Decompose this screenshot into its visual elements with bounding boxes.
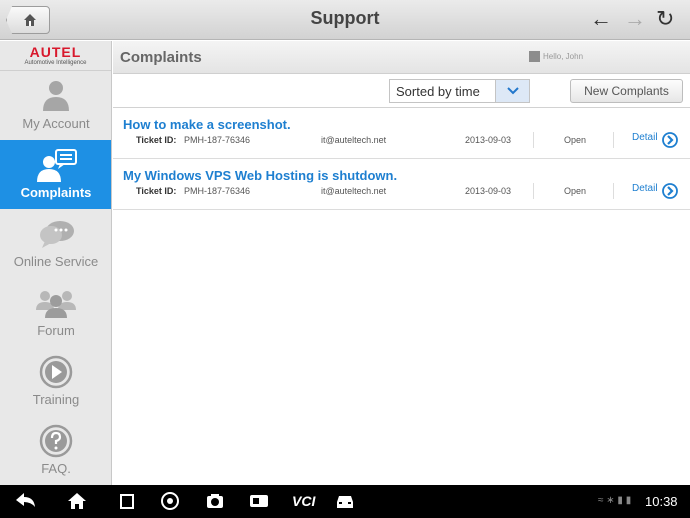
ticket-email: it@auteltech.net (321, 135, 387, 145)
sidebar-item-training[interactable]: Training (0, 347, 111, 416)
sidebar-item-label: My Account (22, 116, 90, 131)
chat-bubble-icon (40, 221, 74, 248)
ticket-id-label: Ticket ID: (136, 186, 177, 196)
content-header: Complaints Hello, John (113, 41, 690, 74)
ticket-email: it@auteltech.net (321, 186, 387, 196)
sidebar-item-label: FAQ. (41, 461, 71, 476)
back-icon[interactable] (14, 491, 38, 511)
clock: 10:38 (645, 494, 678, 509)
complaint-icon (37, 149, 77, 182)
home-nav-icon[interactable] (66, 491, 88, 511)
ticket-status: Open (564, 135, 587, 145)
section-title: Complaints (120, 49, 202, 66)
forward-arrow-icon[interactable]: → (624, 8, 646, 30)
sidebar-item-label: Complaints (20, 185, 92, 200)
ticket-id: PMH-187-76346 (184, 186, 251, 196)
user-avatar-icon (529, 51, 540, 62)
browser-icon[interactable] (160, 491, 180, 511)
divider (533, 183, 534, 199)
page-title: Support (310, 8, 380, 28)
sidebar-item-faq[interactable]: FAQ. (0, 416, 111, 485)
vci-icon[interactable]: VCI (292, 493, 315, 509)
sidebar-item-label: Forum (37, 323, 75, 338)
toolbar: Sorted by time New Complants (113, 74, 690, 108)
sidebar-item-label: Online Service (13, 254, 99, 269)
refresh-icon[interactable]: ↻ (656, 8, 674, 30)
dropdown-toggle[interactable] (495, 80, 529, 102)
display-icon[interactable] (248, 491, 270, 511)
car-icon[interactable] (334, 491, 356, 511)
detail-link[interactable]: Detail (632, 183, 658, 194)
camera-icon[interactable] (205, 491, 225, 511)
status-icons: ≈ ∗ ▮ ▮ (598, 495, 632, 506)
chevron-right-circle-icon[interactable] (662, 183, 678, 199)
ticket-id: PMH-187-76346 (184, 135, 251, 145)
sidebar-item-complaints[interactable]: Complaints (0, 140, 111, 209)
sidebar-item-forum[interactable]: Forum (0, 278, 111, 347)
ticket-status: Open (564, 186, 587, 196)
person-icon (43, 81, 69, 111)
back-arrow-icon[interactable]: ← (590, 8, 612, 30)
ticket-title[interactable]: My Windows VPS Web Hosting is shutdown. (123, 168, 397, 183)
new-complaint-button[interactable]: New Complants (570, 79, 683, 103)
ticket-id-label: Ticket ID: (136, 135, 177, 145)
group-icon (36, 291, 76, 318)
divider (613, 183, 614, 199)
chevron-down-icon (507, 87, 519, 95)
sidebar-item-my-account[interactable]: My Account (0, 71, 111, 140)
logo-brand: AUTEL (29, 44, 82, 60)
sort-dropdown[interactable]: Sorted by time (389, 79, 530, 103)
sidebar-item-label: Training (32, 392, 80, 407)
greeting: Hello, John (543, 52, 584, 61)
ticket-date: 2013-09-03 (465, 135, 512, 145)
ticket-date: 2013-09-03 (465, 186, 512, 196)
chevron-right-circle-icon[interactable] (662, 132, 678, 148)
sidebar-item-online-service[interactable]: Online Service (0, 209, 111, 278)
ticket-row[interactable]: My Windows VPS Web Hosting is shutdown. … (113, 159, 690, 210)
sort-selected-value: Sorted by time (396, 84, 480, 99)
divider (533, 132, 534, 148)
main-content: Complaints Hello, John Sorted by time Ne… (113, 41, 690, 485)
ticket-title[interactable]: How to make a screenshot. (123, 117, 291, 132)
title-bar: Support ← → ↻ (0, 0, 690, 40)
question-icon (39, 424, 73, 458)
sidebar: AUTEL Automotive Intelligence My Account… (0, 41, 112, 485)
autel-logo: AUTEL Automotive Intelligence (0, 41, 111, 71)
ticket-row[interactable]: How to make a screenshot. Ticket ID: PMH… (113, 108, 690, 159)
divider (613, 132, 614, 148)
system-navigation-bar: VCI ≈ ∗ ▮ ▮ 10:38 (0, 485, 690, 518)
logo-tagline: Automotive Intelligence (24, 60, 87, 66)
play-icon (39, 355, 73, 389)
detail-link[interactable]: Detail (632, 132, 658, 143)
recent-apps-icon[interactable] (118, 491, 136, 511)
